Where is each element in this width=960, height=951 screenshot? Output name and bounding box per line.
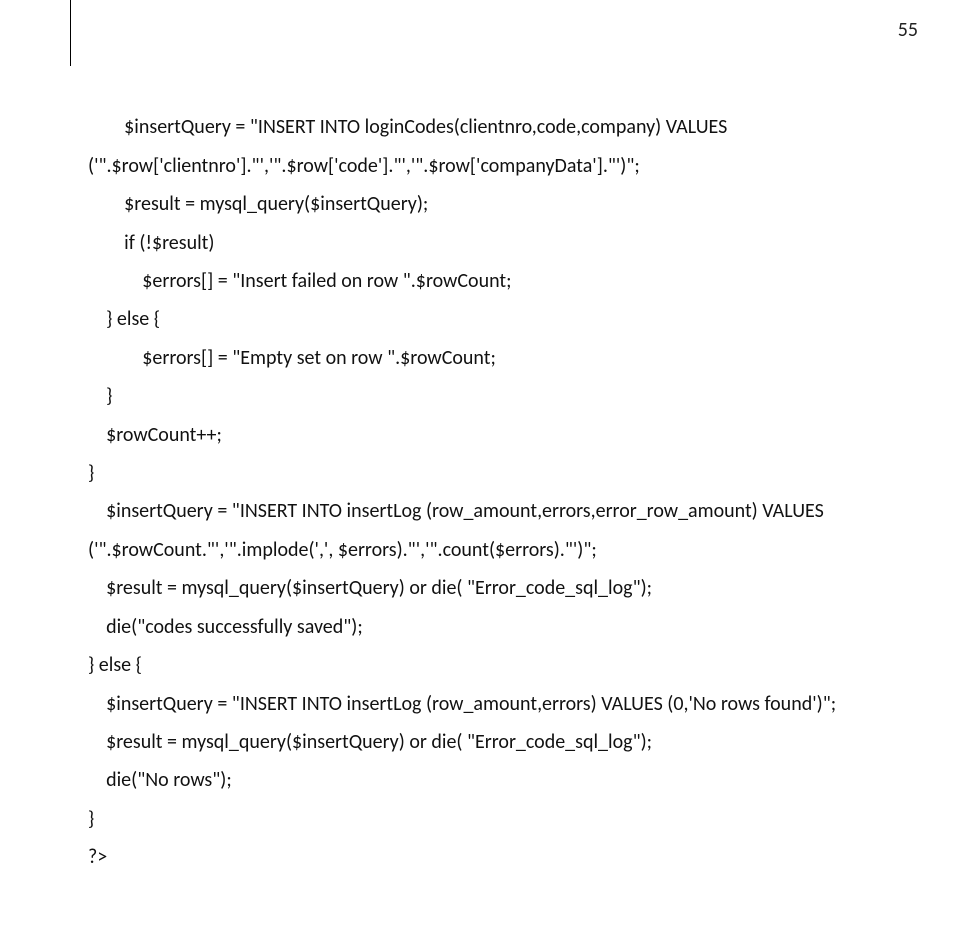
code-line: } [88, 807, 94, 831]
code-line: $result = mysql_query($insertQuery) or d… [88, 730, 652, 754]
code-line: $errors[] = "Empty set on row ".$rowCoun… [88, 346, 496, 370]
code-line: $insertQuery = "INSERT INTO loginCodes(c… [88, 115, 727, 139]
code-line: $result = mysql_query($insertQuery); [88, 192, 428, 216]
code-line: die("No rows"); [88, 768, 232, 792]
code-block: $insertQuery = "INSERT INTO loginCodes(c… [88, 70, 920, 877]
code-line: ('".$row['clientnro']."','".$row['code']… [88, 154, 640, 178]
code-line: } else { [88, 307, 160, 331]
code-line: $errors[] = "Insert failed on row ".$row… [88, 269, 511, 293]
code-line: $result = mysql_query($insertQuery) or d… [88, 576, 652, 600]
code-line: } [88, 461, 94, 485]
code-line: } [88, 384, 112, 408]
code-line: die("codes successfully saved"); [88, 615, 363, 639]
code-line: $insertQuery = "INSERT INTO insertLog (r… [88, 692, 836, 716]
code-line: ?> [88, 845, 107, 869]
code-line: } else { [88, 653, 142, 677]
code-line: ('".$rowCount."','".implode(',', $errors… [88, 538, 597, 562]
left-rule [70, 0, 71, 66]
code-line: if (!$result) [88, 231, 214, 255]
code-line: $rowCount++; [88, 423, 222, 447]
code-line: $insertQuery = "INSERT INTO insertLog (r… [88, 499, 824, 523]
page-number: 55 [898, 18, 918, 42]
